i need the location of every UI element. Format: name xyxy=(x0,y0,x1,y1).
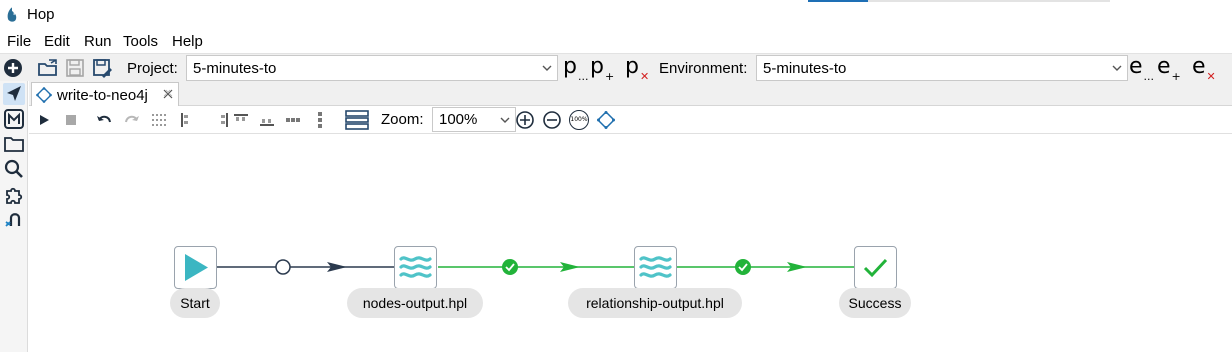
chevron-down-icon xyxy=(542,65,552,71)
edit-environment-button[interactable]: e... xyxy=(1129,54,1154,83)
undo-icon[interactable] xyxy=(95,111,113,129)
tab-write-to-neo4j[interactable]: write-to-neo4j xyxy=(31,82,179,107)
tab-strip: write-to-neo4j xyxy=(29,81,1232,107)
save-as-icon[interactable] xyxy=(91,57,113,79)
run-play-icon[interactable] xyxy=(35,111,53,129)
align-right-icon[interactable] xyxy=(213,111,231,129)
node-nodes-output-label: nodes-output.hpl xyxy=(347,288,483,318)
play-icon xyxy=(185,254,208,281)
node-relationship-output-label: relationship-output.hpl xyxy=(568,288,742,318)
project-select[interactable]: 5-minutes-to xyxy=(186,55,558,81)
zoom-100-icon[interactable]: 100% xyxy=(569,110,589,130)
title-divider xyxy=(868,0,1110,2)
hop-success-icon xyxy=(502,259,518,275)
workflow-diamond-icon xyxy=(36,87,52,103)
edit-project-button[interactable]: p... xyxy=(563,54,588,83)
delete-project-button[interactable]: p✕ xyxy=(625,54,649,83)
project-label: Project: xyxy=(127,60,178,77)
open-folder-icon[interactable] xyxy=(37,57,59,79)
node-nodes-output-box[interactable] xyxy=(394,246,437,289)
hops-layer xyxy=(216,259,855,275)
search-icon[interactable] xyxy=(3,158,25,180)
stop-icon[interactable] xyxy=(62,111,80,129)
window-title: Hop xyxy=(27,6,55,23)
git-branch-icon[interactable] xyxy=(3,208,25,230)
delete-environment-button[interactable]: e✕ xyxy=(1192,54,1216,83)
tab-label: write-to-neo4j xyxy=(57,87,148,104)
add-environment-button[interactable]: e+ xyxy=(1157,54,1181,83)
zoom-out-icon[interactable] xyxy=(542,110,562,130)
menu-tools[interactable]: Tools xyxy=(123,33,158,50)
metadata-m-icon[interactable] xyxy=(3,108,25,130)
save-icon[interactable] xyxy=(64,57,86,79)
node-start-label: Start xyxy=(170,288,220,318)
close-icon[interactable] xyxy=(162,88,174,100)
menu-help[interactable]: Help xyxy=(172,33,203,50)
environment-label: Environment: xyxy=(659,60,748,77)
canvas-toolbar: Zoom: 100% 100% xyxy=(29,106,1232,134)
title-bar: Hop xyxy=(0,0,1232,30)
distribute-horizontal-icon[interactable] xyxy=(284,111,302,129)
layout-panels-icon[interactable] xyxy=(345,109,369,131)
align-left-icon[interactable] xyxy=(178,111,196,129)
checkmark-icon xyxy=(863,258,888,278)
snap-grid-icon[interactable] xyxy=(150,111,168,129)
node-start-box[interactable] xyxy=(174,246,217,289)
hop-unconditional-icon xyxy=(275,259,291,275)
chevron-down-icon xyxy=(1112,65,1122,71)
explorer-folder-icon[interactable] xyxy=(3,133,25,155)
pipeline-waves-icon xyxy=(399,256,432,278)
menu-file[interactable]: File xyxy=(7,33,31,50)
environment-value: 5-minutes-to xyxy=(763,60,847,77)
node-success-box[interactable] xyxy=(854,246,897,289)
new-plus-icon[interactable] xyxy=(2,57,24,79)
menu-run[interactable]: Run xyxy=(84,33,112,50)
pipeline-waves-icon xyxy=(639,256,672,278)
zoom-in-icon[interactable] xyxy=(515,110,535,130)
workflow-canvas[interactable]: Start nodes-output.hpl relationship-outp… xyxy=(29,134,1232,352)
chevron-down-icon xyxy=(500,117,510,123)
distribute-vertical-icon[interactable] xyxy=(311,111,329,129)
zoom-label: Zoom: xyxy=(381,111,424,128)
project-value: 5-minutes-to xyxy=(193,60,277,77)
menu-edit[interactable]: Edit xyxy=(44,33,70,50)
add-project-button[interactable]: p+ xyxy=(590,54,614,83)
zoom-value: 100% xyxy=(439,111,478,128)
zoom-fit-icon[interactable] xyxy=(596,110,616,130)
node-success-label: Success xyxy=(839,288,911,318)
hop-logo-icon xyxy=(7,6,17,22)
title-accent-line xyxy=(808,0,868,2)
data-orchestration-arrow-icon[interactable] xyxy=(3,83,25,105)
align-top-icon[interactable] xyxy=(232,111,250,129)
menu-bar: File Edit Run Tools Help xyxy=(0,31,1232,53)
align-bottom-icon[interactable] xyxy=(258,111,276,129)
perspective-bar xyxy=(0,81,28,352)
main-toolbar: Project: 5-minutes-to p... p+ p✕ Environ… xyxy=(0,53,1232,83)
plugins-puzzle-icon[interactable] xyxy=(3,183,25,205)
hop-success-icon xyxy=(735,259,751,275)
node-relationship-output-box[interactable] xyxy=(634,246,677,289)
zoom-select[interactable]: 100% xyxy=(432,107,516,132)
environment-select[interactable]: 5-minutes-to xyxy=(756,55,1128,81)
redo-icon[interactable] xyxy=(123,111,141,129)
